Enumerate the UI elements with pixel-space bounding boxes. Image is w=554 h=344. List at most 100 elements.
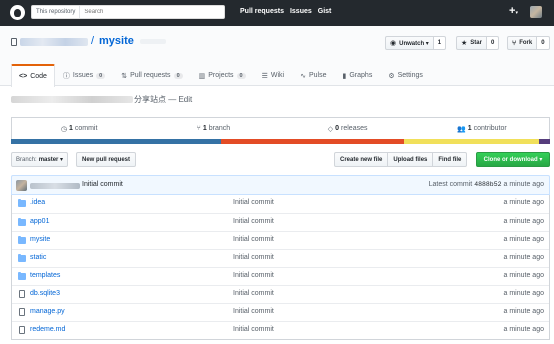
file-age: a minute ago <box>503 254 544 261</box>
commit-age: a minute ago <box>503 181 544 188</box>
table-row[interactable]: redeme.md Initial commit a minute ago <box>12 321 549 339</box>
fork-button[interactable]: ⑂ Fork <box>507 36 538 50</box>
fork-label: Fork <box>519 40 533 46</box>
create-new-file-button[interactable]: Create new file <box>334 152 389 167</box>
table-row[interactable]: .idea Initial commit a minute ago <box>12 195 549 213</box>
commits-summary[interactable]: ◷ 1 commit <box>12 118 146 139</box>
table-row[interactable]: static Initial commit a minute ago <box>12 249 549 267</box>
file-name-link[interactable]: templates <box>30 272 60 279</box>
commit-author-redacted[interactable] <box>30 183 80 189</box>
fork-button-group: ⑂ Fork 0 <box>507 36 550 50</box>
tab-wiki[interactable]: ☰ Wiki <box>254 64 293 86</box>
nav-gist[interactable]: Gist <box>318 8 332 15</box>
tab-label: Pull requests <box>130 72 171 79</box>
history-icon: ◷ <box>60 125 67 133</box>
tab-label: Settings <box>397 72 423 79</box>
language-bar[interactable] <box>11 139 550 144</box>
language-segment <box>539 139 550 144</box>
watch-count[interactable]: 1 <box>433 36 447 50</box>
avatar[interactable] <box>530 6 542 18</box>
tab-issues[interactable]: ⓘ Issues 0 <box>55 64 113 86</box>
file-age: a minute ago <box>503 199 544 206</box>
file-name-link[interactable]: manage.py <box>30 308 65 315</box>
search-input[interactable] <box>80 9 201 15</box>
commit-message[interactable]: Initial commit <box>82 181 123 188</box>
repo-description[interactable]: 分享站点 — Edit <box>134 94 192 105</box>
fork-count[interactable]: 0 <box>537 36 550 50</box>
star-count[interactable]: 0 <box>486 36 500 50</box>
file-name-link[interactable]: .idea <box>30 199 45 206</box>
file-commit-message[interactable]: Initial commit <box>233 308 274 315</box>
star-button[interactable]: ★ Star <box>456 36 487 50</box>
clone-or-download-button[interactable]: Clone or download ▾ <box>476 152 550 167</box>
tab-pull-requests[interactable]: ⇅ Pull requests 0 <box>113 64 190 86</box>
releases-summary[interactable]: ◇ 0 releases <box>281 118 415 139</box>
file-commit-message[interactable]: Initial commit <box>233 254 274 261</box>
table-row[interactable]: templates Initial commit a minute ago <box>12 267 549 285</box>
new-pull-request-button[interactable]: New pull request <box>76 152 137 167</box>
language-segment <box>404 139 540 144</box>
file-age: a minute ago <box>503 272 544 279</box>
releases-label: releases <box>341 125 368 132</box>
branch-icon: ⑂ <box>196 125 201 132</box>
table-row[interactable]: mysite Initial commit a minute ago <box>12 231 549 249</box>
star-button-group: ★ Star 0 <box>456 36 500 50</box>
file-name-link[interactable]: redeme.md <box>30 326 65 333</box>
tab-label: Code <box>30 73 47 80</box>
tab-projects[interactable]: ▥ Projects 0 <box>191 64 254 86</box>
upload-files-button[interactable]: Upload files <box>387 152 434 167</box>
branch-select-button[interactable]: Branch: master ▾ <box>11 152 69 167</box>
tab-settings[interactable]: ⚙ Settings <box>380 64 431 86</box>
file-commit-message[interactable]: Initial commit <box>233 218 274 225</box>
repo-owner-redacted[interactable] <box>20 38 88 46</box>
tab-label: Graphs <box>349 72 373 79</box>
file-commit-message[interactable]: Initial commit <box>233 236 274 243</box>
tab-pulse[interactable]: ∿ Pulse <box>292 64 334 86</box>
repo-description-redacted <box>11 96 133 103</box>
numbers-summary: ◷ 1 commit ⑂ 1 branch ◇ 0 releases 👥 1 contribut… <box>11 117 550 139</box>
repo-path-separator: / <box>91 35 95 47</box>
commit-tease: Initial commit Latest commit 4888b52 a m… <box>11 175 550 195</box>
avatar[interactable] <box>16 180 27 191</box>
folder-icon <box>18 199 26 207</box>
commits-label: commit <box>74 125 98 132</box>
file-age: a minute ago <box>503 236 544 243</box>
contributors-label: contributor <box>473 125 507 132</box>
file-name-link[interactable]: mysite <box>30 236 50 243</box>
tab-graphs[interactable]: ▮ Graphs <box>335 64 381 86</box>
file-commit-message[interactable]: Initial commit <box>233 326 274 333</box>
code-icon: <> <box>19 73 28 80</box>
file-commit-message[interactable]: Initial commit <box>233 272 274 279</box>
github-logo-icon[interactable] <box>10 5 25 20</box>
unwatch-button[interactable]: ◉ Unwatch ▾ <box>385 36 434 50</box>
branches-summary[interactable]: ⑂ 1 branch <box>146 118 280 139</box>
tab-code[interactable]: <> Code <box>11 64 55 87</box>
nav-pull-requests[interactable]: Pull requests <box>240 8 284 15</box>
table-row[interactable]: app01 Initial commit a minute ago <box>12 213 549 231</box>
table-row[interactable]: db.sqlite3 Initial commit a minute ago <box>12 285 549 303</box>
repo-name-link[interactable]: mysite <box>99 35 134 47</box>
folder-icon <box>18 218 26 226</box>
tab-label: Projects <box>208 72 234 79</box>
repo-icon <box>11 38 17 46</box>
issue-icon: ⓘ <box>62 72 70 80</box>
file-name-link[interactable]: static <box>30 254 46 261</box>
contributors-summary[interactable]: 👥 1 contributor <box>415 118 549 139</box>
folder-icon <box>18 236 26 244</box>
file-icon <box>19 290 25 298</box>
file-commit-message[interactable]: Initial commit <box>233 199 274 206</box>
file-name-link[interactable]: db.sqlite3 <box>30 290 60 297</box>
find-file-button[interactable]: Find file <box>432 152 468 167</box>
top-nav: Pull requests Issues Gist <box>240 8 331 15</box>
file-name-link[interactable]: app01 <box>30 218 49 225</box>
commit-sha-link[interactable]: 4888b52 <box>474 181 501 188</box>
plus-icon[interactable]: +▾ <box>509 6 518 19</box>
nav-issues[interactable]: Issues <box>290 8 312 15</box>
tab-counter: 0 <box>173 72 183 79</box>
file-commit-message[interactable]: Initial commit <box>233 290 274 297</box>
file-age: a minute ago <box>503 290 544 297</box>
table-row[interactable]: manage.py Initial commit a minute ago <box>12 303 549 321</box>
tab-label: Issues <box>72 72 94 79</box>
latest-commit-info: Latest commit 4888b52 a minute ago <box>429 181 544 188</box>
search-box[interactable]: This repository <box>31 5 225 19</box>
